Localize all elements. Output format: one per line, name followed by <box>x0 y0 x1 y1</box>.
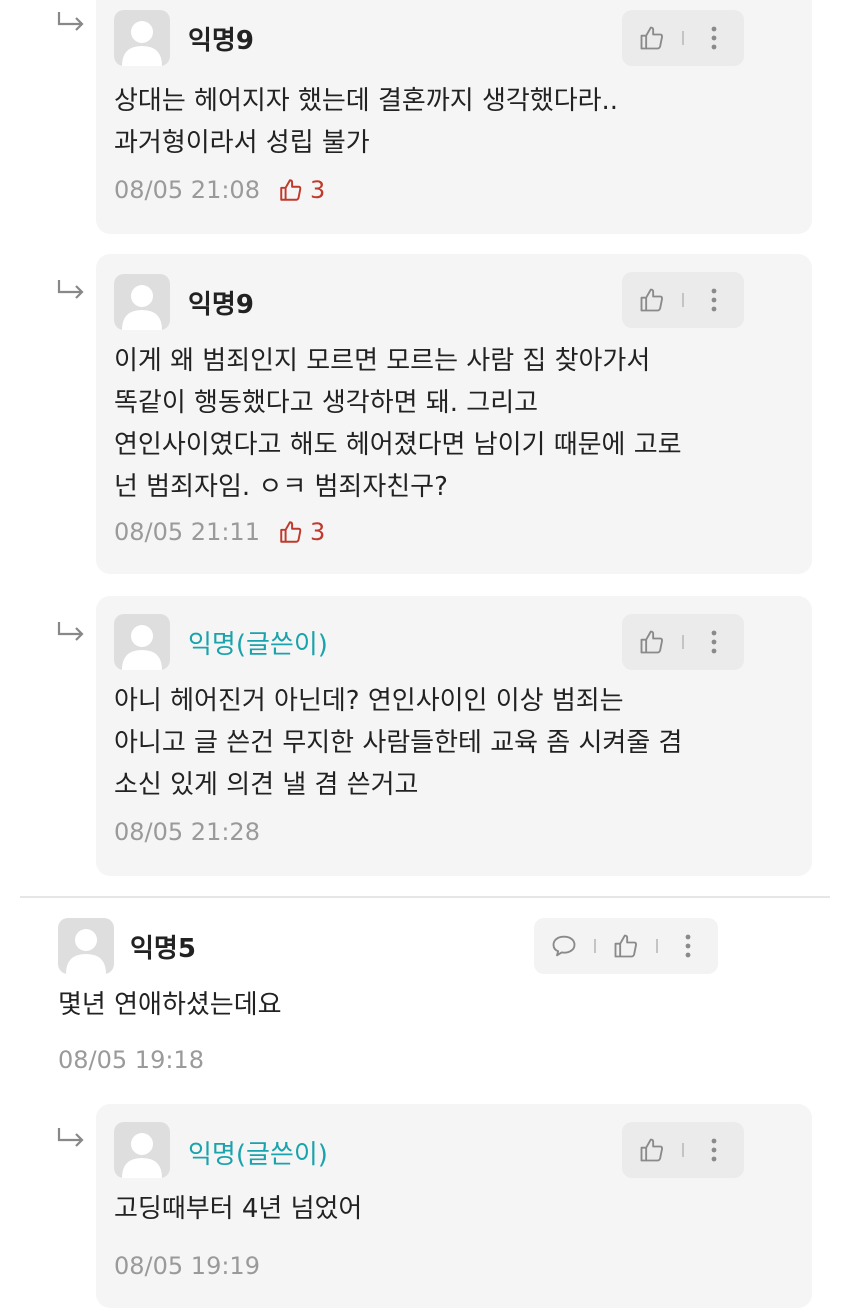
more-vertical-icon <box>711 630 717 654</box>
comment-meta: 08/05 19:18 <box>58 1046 204 1074</box>
reply-card: 익명(글쓴이) 고딩때부터 4년 넘었어 08/05 19:19 <box>96 1104 812 1308</box>
thumbs-up-icon <box>614 934 637 958</box>
thumbs-up-icon <box>280 521 302 543</box>
comment-author: 익명9 <box>188 26 254 56</box>
comment-body: 고딩때부터 4년 넘었어 <box>114 1194 363 1224</box>
comment-time: 08/05 21:08 <box>114 176 260 204</box>
reply-arrow-icon <box>56 10 88 34</box>
comment-actions <box>622 10 744 66</box>
like-button[interactable] <box>622 272 682 328</box>
comment-time: 08/05 19:18 <box>58 1046 204 1074</box>
comment-body: 이게 왜 범죄인지 모르면 모르는 사람 집 찾아가서 똑같이 행동했다고 생각… <box>114 346 682 502</box>
more-button[interactable] <box>684 1122 744 1178</box>
more-button[interactable] <box>658 918 718 974</box>
speech-bubble-icon <box>552 935 576 957</box>
comment-time: 08/05 21:11 <box>114 518 260 546</box>
thumbs-up-icon <box>640 26 663 50</box>
more-button[interactable] <box>684 10 744 66</box>
like-button[interactable] <box>622 1122 682 1178</box>
comment-actions <box>622 272 744 328</box>
comment-time: 08/05 21:28 <box>114 818 260 846</box>
avatar[interactable] <box>114 614 170 670</box>
like-count: 3 <box>278 518 325 546</box>
more-button[interactable] <box>684 272 744 328</box>
reply-arrow-icon <box>56 278 88 302</box>
more-vertical-icon <box>711 26 717 50</box>
like-count: 3 <box>278 176 325 204</box>
comment-author: 익명9 <box>188 290 254 320</box>
thumbs-up-icon <box>280 179 302 201</box>
more-vertical-icon <box>711 288 717 312</box>
avatar[interactable] <box>114 274 170 330</box>
reply-card: 익명(글쓴이) 아니 헤어진거 아닌데? 연인사이인 이상 범죄는 아니고 글 … <box>96 596 812 876</box>
comment-body: 상대는 헤어지자 했는데 결혼까지 생각했다라.. 과거형이라서 성립 불가 <box>114 86 619 158</box>
thumbs-up-icon <box>640 630 663 654</box>
more-vertical-icon <box>685 934 691 958</box>
comment-meta: 08/05 21:08 3 <box>114 176 325 204</box>
reply-card: 익명9 상대는 헤어지자 했는데 결혼까지 생각했다라.. 과거형이라서 성립 … <box>96 0 812 234</box>
comment-actions <box>534 918 718 974</box>
like-button[interactable] <box>596 918 656 974</box>
comment-body: 몇년 연애하셨는데요 <box>58 990 282 1020</box>
thumbs-up-icon <box>640 1138 663 1162</box>
more-button[interactable] <box>684 614 744 670</box>
comment-meta: 08/05 21:11 3 <box>114 518 325 546</box>
reply-button[interactable] <box>534 918 594 974</box>
reply-arrow-icon <box>56 1126 88 1150</box>
avatar[interactable] <box>58 918 114 974</box>
comment-author: 익명(글쓴이) <box>188 1140 328 1170</box>
reply-arrow-icon <box>56 620 88 644</box>
reply-card: 익명9 이게 왜 범죄인지 모르면 모르는 사람 집 찾아가서 똑같이 행동했다… <box>96 254 812 574</box>
comment-body: 아니 헤어진거 아닌데? 연인사이인 이상 범죄는 아니고 글 쓴건 무지한 사… <box>114 686 683 800</box>
comment-meta: 08/05 19:19 <box>114 1252 260 1280</box>
comment-divider <box>20 896 830 898</box>
comment-actions <box>622 1122 744 1178</box>
avatar[interactable] <box>114 10 170 66</box>
comment-time: 08/05 19:19 <box>114 1252 260 1280</box>
comment-actions <box>622 614 744 670</box>
comment-meta: 08/05 21:28 <box>114 818 260 846</box>
avatar[interactable] <box>114 1122 170 1178</box>
like-button[interactable] <box>622 614 682 670</box>
comment-author: 익명5 <box>130 934 196 964</box>
more-vertical-icon <box>711 1138 717 1162</box>
like-button[interactable] <box>622 10 682 66</box>
comment-author: 익명(글쓴이) <box>188 630 328 660</box>
thumbs-up-icon <box>640 288 663 312</box>
